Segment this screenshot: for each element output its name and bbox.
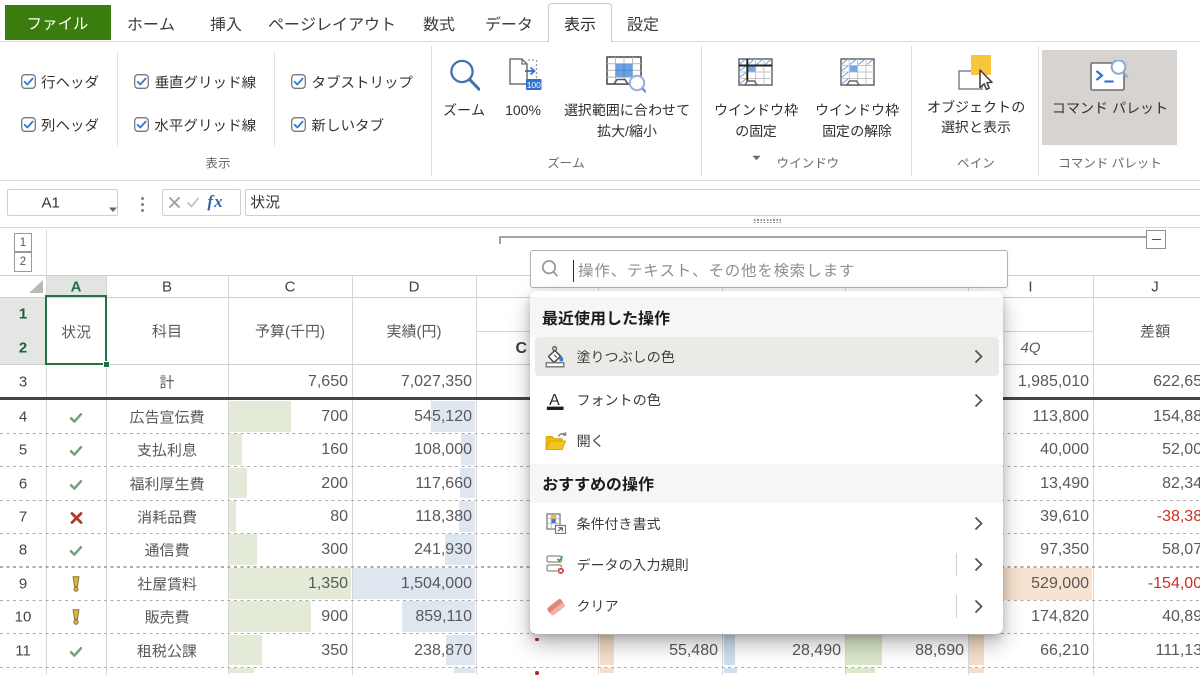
svg-text:A: A xyxy=(549,392,560,409)
svg-text:100: 100 xyxy=(527,80,541,90)
